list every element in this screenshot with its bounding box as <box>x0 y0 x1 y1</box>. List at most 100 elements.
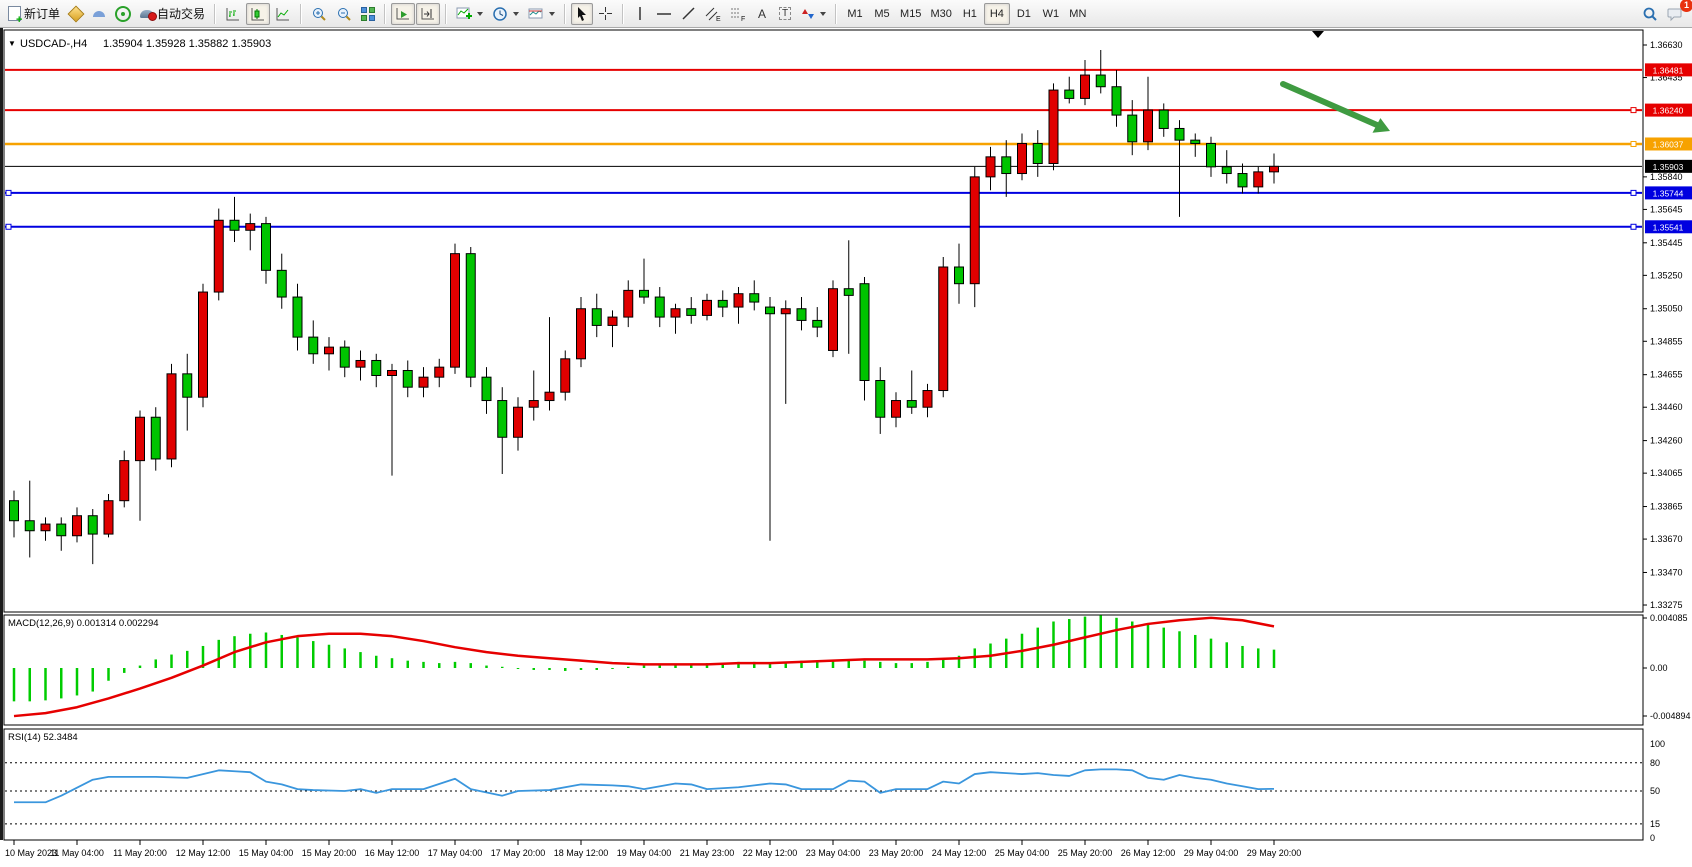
svg-text:21 May 23:00: 21 May 23:00 <box>680 848 735 858</box>
cursor-tool-button[interactable] <box>571 3 593 25</box>
text-tool-button[interactable]: A <box>751 3 773 25</box>
svg-text:24 May 12:00: 24 May 12:00 <box>932 848 987 858</box>
svg-text:1.33470: 1.33470 <box>1650 567 1683 577</box>
template-icon <box>528 6 544 22</box>
svg-text:1.36630: 1.36630 <box>1650 40 1683 50</box>
arrows-icon <box>801 7 815 21</box>
vertical-line-tool-button[interactable] <box>629 3 651 25</box>
separator <box>445 4 447 24</box>
community-chat-button[interactable]: 1 <box>1663 3 1688 25</box>
profile-button[interactable] <box>88 3 110 25</box>
tf-M5[interactable]: M5 <box>869 3 895 25</box>
tf-M30[interactable]: M30 <box>926 3 955 25</box>
chart-shift-icon <box>420 6 436 22</box>
zoom-out-button[interactable] <box>332 3 356 25</box>
svg-text:1.35250: 1.35250 <box>1650 270 1683 280</box>
chevron-down-icon <box>549 12 555 16</box>
autotrading-button[interactable]: 自动交易 <box>136 3 209 25</box>
label-tool-button[interactable]: T <box>774 3 796 25</box>
price-axis: 1.366301.364351.358401.356451.354451.352… <box>1643 40 1692 610</box>
svg-text:17 May 20:00: 17 May 20:00 <box>491 848 546 858</box>
chart-mode-group <box>221 3 295 25</box>
autotrading-label: 自动交易 <box>157 5 205 22</box>
new-order-icon: + <box>8 6 21 21</box>
market-watch-button[interactable] <box>65 3 87 25</box>
tf-M15[interactable]: M15 <box>896 3 925 25</box>
scroll-group <box>391 3 440 25</box>
auto-scroll-button[interactable] <box>391 3 415 25</box>
svg-text:1.33865: 1.33865 <box>1650 502 1683 512</box>
svg-text:1.35645: 1.35645 <box>1650 204 1683 214</box>
separator <box>564 4 566 24</box>
svg-text:1.35445: 1.35445 <box>1650 238 1683 248</box>
tf-H1[interactable]: H1 <box>957 3 983 25</box>
svg-text:100: 100 <box>1650 739 1665 749</box>
svg-text:80: 80 <box>1650 758 1660 768</box>
chart-shift-button[interactable] <box>416 3 440 25</box>
tf-MN[interactable]: MN <box>1065 3 1091 25</box>
arrows-tool-button[interactable] <box>797 3 830 25</box>
crosshair-tool-button[interactable] <box>594 3 617 25</box>
separator <box>835 4 837 24</box>
svg-text:11 May 20:00: 11 May 20:00 <box>113 848 167 858</box>
collapse-arrow-icon: ▼ <box>8 39 16 48</box>
svg-text:0.004085: 0.004085 <box>1650 613 1688 623</box>
candlestick-mode-button[interactable] <box>246 3 270 25</box>
svg-text:15: 15 <box>1650 819 1660 829</box>
svg-text:25 May 20:00: 25 May 20:00 <box>1058 848 1113 858</box>
chevron-down-icon <box>820 12 826 16</box>
equidistant-channel-icon: E <box>705 6 721 22</box>
search-icon <box>1642 6 1658 22</box>
line-chart-mode-button[interactable] <box>271 3 295 25</box>
vertical-line-icon <box>633 6 647 21</box>
zoom-in-icon <box>311 6 327 22</box>
new-order-button[interactable]: + 新订单 <box>4 3 64 25</box>
drawing-tools-group: E F A T <box>571 3 830 25</box>
line-chart-icon <box>275 6 291 22</box>
separator <box>622 4 624 24</box>
separator <box>214 4 216 24</box>
svg-text:50: 50 <box>1650 786 1660 796</box>
profile-icon <box>93 10 105 17</box>
bar-chart-mode-button[interactable] <box>221 3 245 25</box>
indicators-button[interactable] <box>452 3 487 25</box>
chart-canvas[interactable]: ▼USDCAD-,H41.35904 1.35928 1.35882 1.359… <box>0 28 1692 867</box>
svg-text:1.33275: 1.33275 <box>1650 600 1683 610</box>
timeframe-group: M1 M5 M15 M30 H1 H4 D1 W1 MN <box>842 3 1091 25</box>
search-button[interactable] <box>1638 3 1662 25</box>
cursor-icon <box>575 6 589 21</box>
indicators-icon <box>456 6 472 22</box>
chart-title-symbol: USDCAD-,H4 <box>20 38 87 50</box>
news-button[interactable] <box>111 3 135 25</box>
periods-button[interactable] <box>488 3 523 25</box>
svg-text:1.36481: 1.36481 <box>1653 65 1684 75</box>
svg-text:1.35840: 1.35840 <box>1650 172 1683 182</box>
fibonacci-icon: F <box>730 6 746 22</box>
svg-text:1.34460: 1.34460 <box>1650 402 1683 412</box>
crystal-icon <box>68 5 85 22</box>
broadcast-icon <box>115 6 131 22</box>
zoom-in-button[interactable] <box>307 3 331 25</box>
bar-chart-icon <box>225 6 241 22</box>
fibonacci-tool-button[interactable]: F <box>726 3 750 25</box>
svg-text:1.35903: 1.35903 <box>1653 162 1684 172</box>
horizontal-line-tool-button[interactable] <box>652 3 676 25</box>
svg-text:E: E <box>716 16 721 22</box>
tf-W1[interactable]: W1 <box>1038 3 1064 25</box>
svg-text:1.33670: 1.33670 <box>1650 534 1683 544</box>
svg-text:26 May 12:00: 26 May 12:00 <box>1121 848 1176 858</box>
tf-H4[interactable]: H4 <box>984 3 1010 25</box>
new-order-label: 新订单 <box>24 5 60 22</box>
notification-badge: 1 <box>1680 0 1692 12</box>
svg-text:16 May 12:00: 16 May 12:00 <box>365 848 420 858</box>
tf-M1[interactable]: M1 <box>842 3 868 25</box>
templates-button[interactable] <box>524 3 559 25</box>
channel-tool-button[interactable]: E <box>701 3 725 25</box>
tile-windows-button[interactable] <box>357 3 379 25</box>
svg-text:1.35541: 1.35541 <box>1653 222 1684 232</box>
crosshair-icon <box>598 6 613 21</box>
svg-text:1.35050: 1.35050 <box>1650 304 1683 314</box>
tf-D1[interactable]: D1 <box>1011 3 1037 25</box>
svg-text:1.36240: 1.36240 <box>1653 106 1684 116</box>
trendline-tool-button[interactable] <box>677 3 700 25</box>
